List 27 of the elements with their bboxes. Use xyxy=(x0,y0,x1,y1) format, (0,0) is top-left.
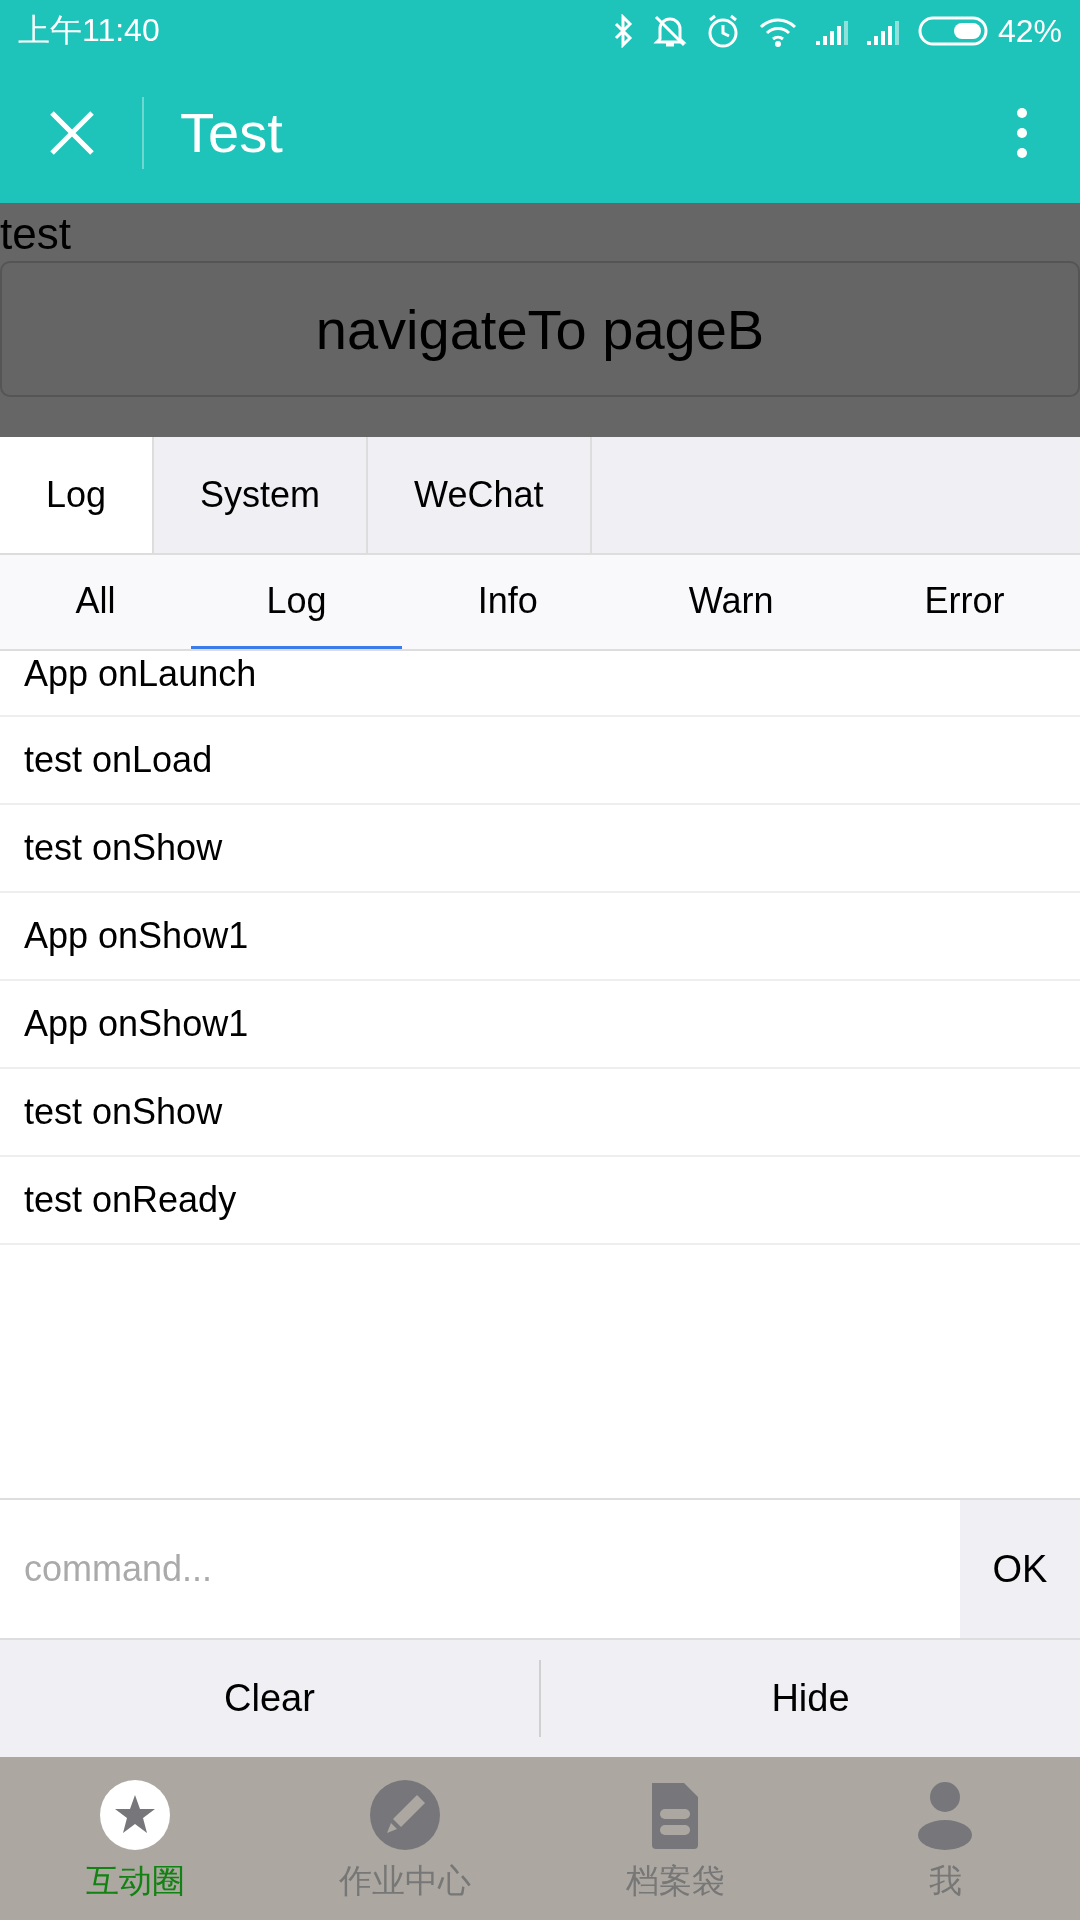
hide-button[interactable]: Hide xyxy=(541,1640,1080,1757)
battery-icon xyxy=(917,16,988,46)
ok-button[interactable]: OK xyxy=(960,1500,1080,1638)
close-icon[interactable] xyxy=(48,108,96,157)
log-entry: test onReady xyxy=(0,1157,1080,1245)
log-entry: test onShow xyxy=(0,1069,1080,1157)
status-time: 上午11:40 xyxy=(18,11,160,50)
filter-tab[interactable]: All xyxy=(0,555,192,649)
muted-bell-icon xyxy=(651,13,688,49)
filter-tab[interactable]: Info xyxy=(402,555,614,649)
log-entry: App onShow1 xyxy=(0,893,1080,981)
page-title: Test xyxy=(180,100,284,165)
clear-button[interactable]: Clear xyxy=(0,1640,539,1757)
more-menu-icon[interactable] xyxy=(1016,106,1028,159)
log-entry: App onShow1 xyxy=(0,981,1080,1069)
person-icon[interactable] xyxy=(917,1779,973,1851)
filter-tab[interactable]: Error xyxy=(848,555,1080,649)
page-text: test xyxy=(0,208,72,260)
pencil-icon[interactable] xyxy=(369,1779,441,1851)
filter-tab[interactable]: Warn xyxy=(613,555,849,649)
log-entry: test onShow xyxy=(0,805,1080,893)
log-entry: App onLaunch xyxy=(0,651,1080,717)
navigate-button[interactable]: navigateTo pageB xyxy=(0,261,1080,397)
battery-percent: 42% xyxy=(997,12,1062,50)
console-tab[interactable]: Log xyxy=(0,437,155,553)
filter-tab[interactable]: Log xyxy=(191,555,403,649)
log-entry: test onLoad xyxy=(0,717,1080,805)
